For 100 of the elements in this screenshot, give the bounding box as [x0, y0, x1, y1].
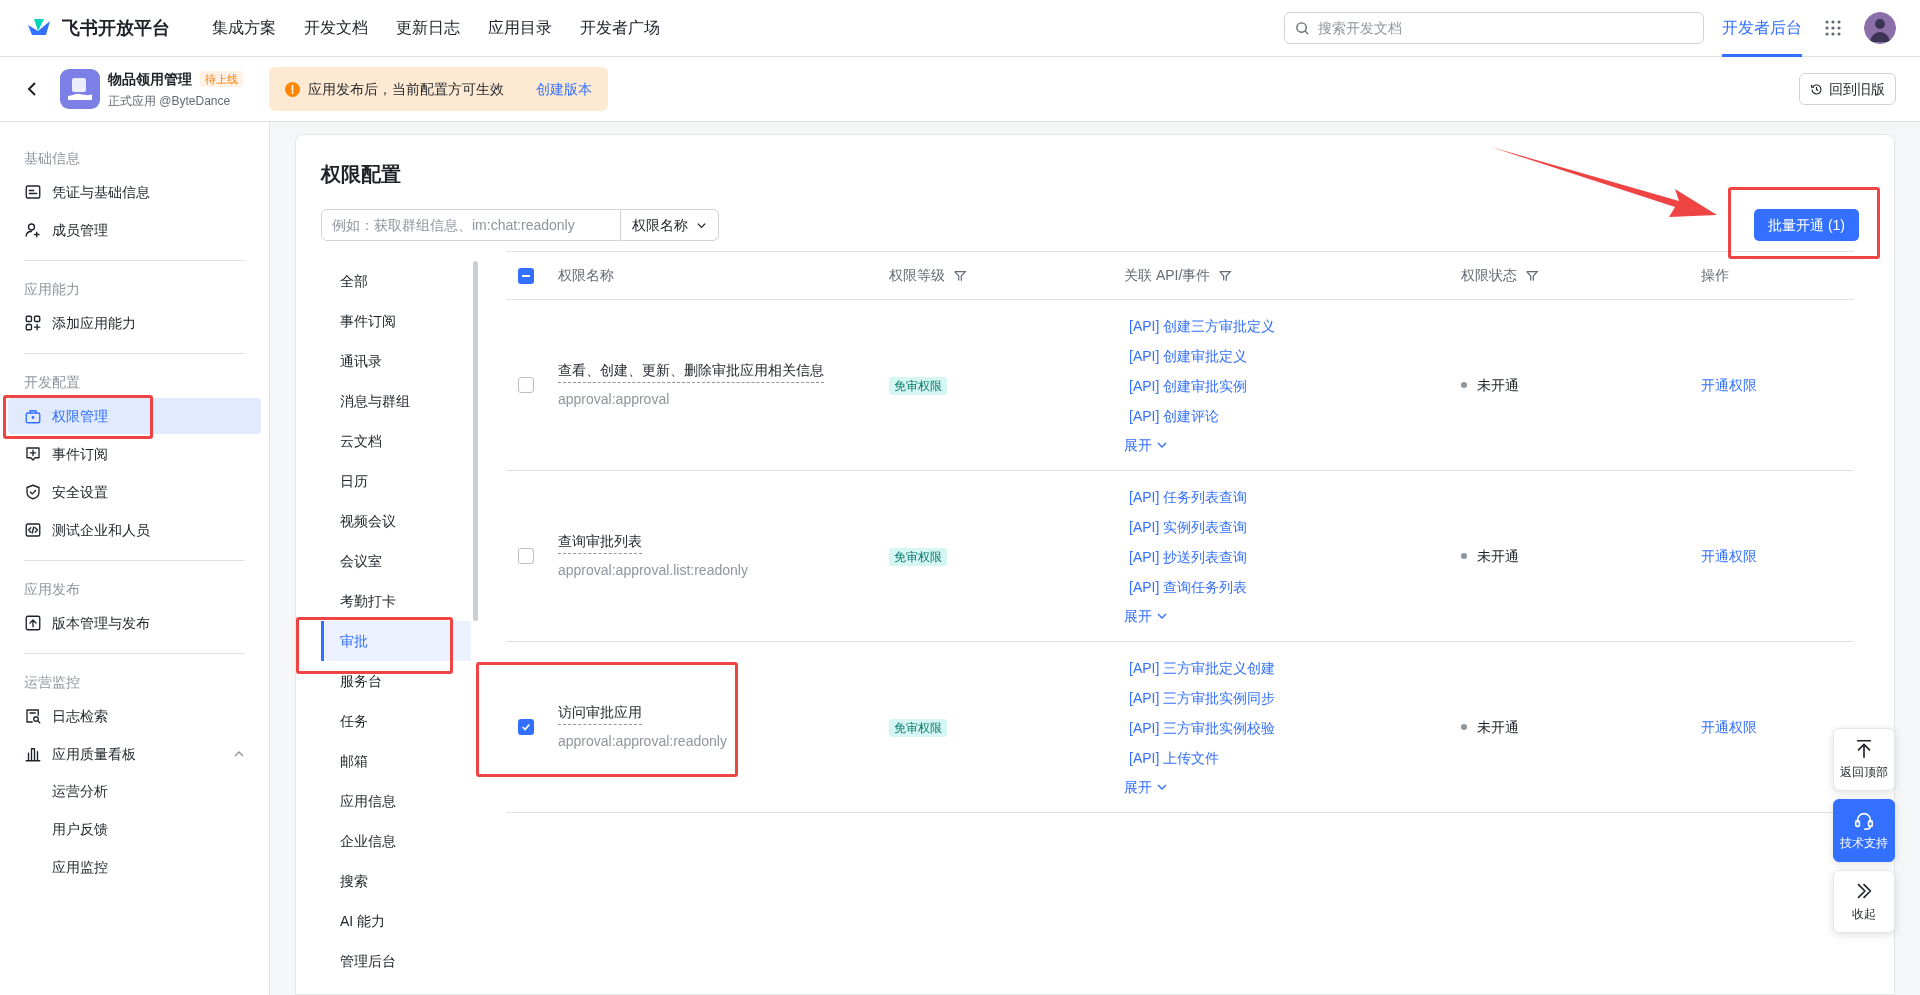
nav-link[interactable]: 应用目录 [488, 16, 552, 40]
category-item[interactable]: AI 能力 [321, 901, 471, 941]
brand-name[interactable]: 飞书开放平台 [62, 14, 170, 42]
category-item[interactable]: 日历 [321, 461, 471, 501]
api-link[interactable]: [API] 三方审批实例同步 [1124, 686, 1461, 709]
api-link[interactable]: [API] 查询任务列表 [1124, 575, 1461, 598]
history-icon [1810, 82, 1823, 96]
api-link[interactable]: [API] 创建三方审批定义 [1124, 314, 1461, 337]
search-field[interactable]: 搜索开发文档 [1284, 12, 1704, 44]
api-link[interactable]: [API] 创建审批实例 [1124, 374, 1461, 397]
filter-icon[interactable] [1218, 268, 1233, 283]
nav-link[interactable]: 开发文档 [304, 16, 368, 40]
expand-link[interactable]: 展开 [1124, 434, 1461, 456]
sidebar-item[interactable]: 测试企业和人员 [8, 512, 261, 548]
check-icon [521, 722, 531, 732]
row-checkbox[interactable] [518, 719, 534, 735]
expand-link[interactable]: 展开 [1124, 605, 1461, 627]
category-item[interactable]: 全部 [321, 261, 471, 301]
category-item[interactable]: 应用信息 [321, 781, 471, 821]
panel-title: 权限配置 [321, 162, 402, 187]
back-icon[interactable] [26, 81, 38, 97]
nav-link[interactable]: 开发者广场 [580, 16, 660, 40]
notice-text: 应用发布后，当前配置方可生效 [308, 79, 504, 99]
expand-link[interactable]: 展开 [1124, 776, 1461, 798]
sidebar-subitem[interactable]: 用户反馈 [8, 810, 261, 848]
filter-icon[interactable] [1525, 268, 1539, 283]
enable-permission-link[interactable]: 开通权限 [1701, 716, 1757, 738]
sidebar-subitem[interactable]: 应用监控 [8, 848, 261, 886]
sidebar-item[interactable]: 应用质量看板 [8, 736, 261, 772]
old-version-button[interactable]: 回到旧版 [1799, 73, 1896, 105]
warning-icon [285, 81, 300, 97]
float-button[interactable]: 返回顶部 [1833, 728, 1895, 791]
section-title: 运营监控 [24, 672, 81, 692]
filter-icon[interactable] [953, 268, 967, 283]
api-link[interactable]: [API] 三方审批实例校验 [1124, 716, 1461, 739]
permission-name: 查看、创建、更新、删除审批应用相关信息 [558, 360, 824, 383]
nav-link[interactable]: 集成方案 [212, 16, 276, 40]
column-header: 权限状态 [1461, 266, 1517, 285]
api-link[interactable]: [API] 创建审批定义 [1124, 344, 1461, 367]
status-text: 未开通 [1477, 546, 1519, 566]
api-link[interactable]: [API] 创建评论 [1124, 404, 1461, 427]
code-icon [24, 521, 42, 539]
enable-permission-link[interactable]: 开通权限 [1701, 374, 1757, 396]
api-link[interactable]: [API] 任务列表查询 [1124, 485, 1461, 508]
category-item[interactable]: 审批 [321, 621, 471, 661]
bar-chart-icon [24, 745, 42, 763]
category-item[interactable]: 通讯录 [321, 341, 471, 381]
category-item[interactable]: 服务台 [321, 661, 471, 701]
category-item[interactable]: 考勤打卡 [321, 581, 471, 621]
permission-search-field[interactable]: 例如：获取群组信息、im:chat:readonly [321, 209, 621, 241]
sidebar-item[interactable]: 凭证与基础信息 [8, 174, 261, 210]
shield-check-icon [24, 483, 42, 501]
sidebar-item[interactable]: 日志检索 [8, 698, 261, 734]
batch-enable-button[interactable]: 批量开通 (1) [1754, 209, 1859, 241]
column-header: 操作 [1701, 266, 1729, 285]
api-link[interactable]: [API] 抄送列表查询 [1124, 545, 1461, 568]
avatar[interactable] [1864, 12, 1896, 44]
grid-plus-icon [24, 314, 42, 332]
category-item[interactable]: 会议室 [321, 541, 471, 581]
float-button[interactable]: 收起 [1833, 870, 1895, 933]
sidebar-item[interactable]: 版本管理与发布 [8, 605, 261, 641]
category-item[interactable]: 企业信息 [321, 821, 471, 861]
category-item[interactable]: 邮箱 [321, 741, 471, 781]
nav-link[interactable]: 更新日志 [396, 16, 460, 40]
category-item[interactable]: 云文档 [321, 421, 471, 461]
create-version-link[interactable]: 创建版本 [536, 78, 592, 100]
column-header: 关联 API/事件 [1124, 266, 1211, 285]
app-name: 物品领用管理 [108, 69, 192, 89]
sidebar-item[interactable]: 事件订阅 [8, 436, 261, 472]
sidebar-item[interactable]: 成员管理 [8, 212, 261, 248]
upload-icon [24, 614, 42, 632]
category-item[interactable]: 管理后台 [321, 941, 471, 981]
section-title: 开发配置 [24, 372, 81, 392]
api-link[interactable]: [API] 实例列表查询 [1124, 515, 1461, 538]
select-all-checkbox[interactable] [518, 267, 534, 284]
api-link[interactable]: [API] 三方审批定义创建 [1124, 656, 1461, 679]
float-button[interactable]: 技术支持 [1833, 799, 1895, 862]
sidebar-subitem[interactable]: 运营分析 [8, 772, 261, 810]
category-item[interactable]: 视频会议 [321, 501, 471, 541]
status-text: 未开通 [1477, 375, 1519, 395]
sidebar-item[interactable]: 添加应用能力 [8, 305, 261, 341]
app-subtitle: 正式应用 @ByteDance [108, 92, 232, 110]
api-link[interactable]: [API] 上传文件 [1124, 746, 1461, 769]
category-item[interactable]: 消息与群组 [321, 381, 471, 421]
category-item[interactable]: 任务 [321, 701, 471, 741]
apps-grid-icon[interactable] [1824, 19, 1842, 37]
category-item[interactable]: 搜索 [321, 861, 471, 901]
sidebar-item[interactable]: 权限管理 [8, 398, 261, 434]
search-input[interactable]: 搜索开发文档 [1318, 17, 1693, 39]
permission-search-input[interactable]: 例如：获取群组信息、im:chat:readonly [332, 214, 610, 236]
scope-dropdown[interactable]: 权限名称 [621, 209, 719, 241]
row-checkbox[interactable] [518, 377, 534, 393]
category-item[interactable]: 事件订阅 [321, 301, 471, 341]
row-checkbox[interactable] [518, 548, 534, 564]
level-tag: 免审权限 [889, 376, 947, 395]
message-plus-icon [24, 445, 42, 463]
sidebar-item[interactable]: 安全设置 [8, 474, 261, 510]
column-header: 权限等级 [889, 266, 945, 285]
column-header: 权限名称 [558, 266, 614, 285]
enable-permission-link[interactable]: 开通权限 [1701, 545, 1757, 567]
